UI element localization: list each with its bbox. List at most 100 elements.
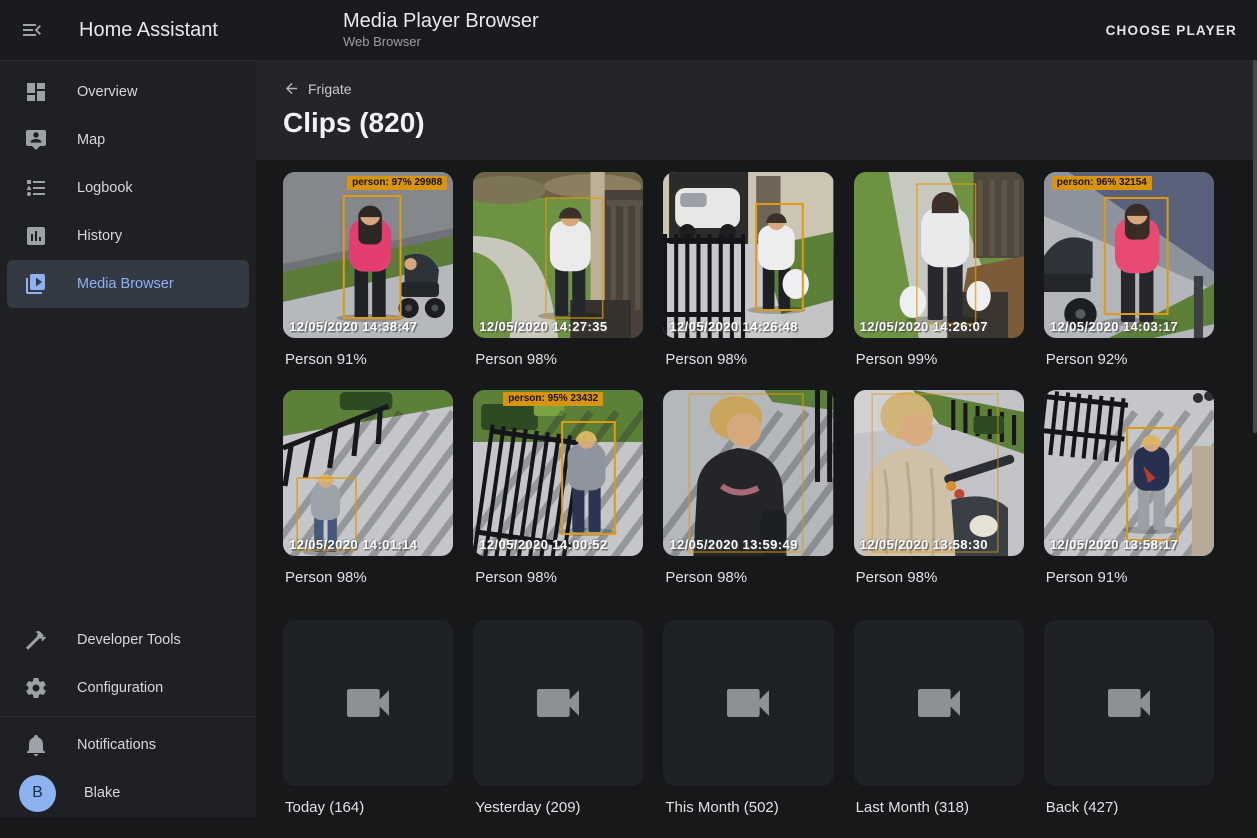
clip-caption: Person 98% [475,569,643,586]
sidebar-item-overview[interactable]: Overview [7,68,249,116]
clip-scene-image [854,172,1024,338]
clip-thumbnail[interactable]: person: 97% 29988 12/05/2020 14:38:47 [283,172,453,338]
folder-caption: This Month (502) [665,799,833,816]
folder-thumbnail[interactable] [283,620,453,786]
choose-player-button[interactable]: CHOOSE PLAYER [1096,15,1247,46]
clip-scene-image [1044,390,1214,556]
sidebar-footer-nav: Developer Tools Configuration [0,616,256,712]
scrollbar[interactable] [1253,60,1257,433]
folder-card: Back (427) [1044,620,1214,838]
breadcrumb-back-frigate[interactable]: Frigate [283,80,352,97]
clip-timestamp-overlay: 12/05/2020 14:38:47 [289,319,417,334]
app-bar: Home Assistant Media Player Browser Web … [0,0,1257,60]
sidebar-item-label: History [77,228,122,244]
app-title: Home Assistant [79,19,256,42]
sidebar-spacer [0,308,256,616]
folder-caption: Back (427) [1046,799,1214,816]
sidebar-nav: Overview Map Logbook History Media Brows… [0,61,256,308]
play-box-multiple-icon [24,272,48,296]
chart-box-icon [24,224,48,248]
clip-scene-image [854,390,1024,556]
clip-timestamp-overlay: 12/05/2020 14:26:07 [860,319,988,334]
clip-caption: Person 98% [856,569,1024,586]
video-icon [720,675,776,731]
gear-icon [24,676,48,700]
clip-thumbnail[interactable]: 12/05/2020 13:58:17 [1044,390,1214,556]
folder-card: Yesterday (209) [473,620,643,838]
page-title: Clips (820) [283,107,1257,139]
main-content: Frigate Clips (820) person: 97% 29988 12… [256,60,1257,817]
folders-grid: Today (164) Yesterday (209) This Month (… [256,608,1257,838]
clips-grid: person: 97% 29988 12/05/2020 14:38:47 Pe… [256,160,1257,608]
clip-scene-image [473,172,643,338]
clip-timestamp-overlay: 12/05/2020 14:00:52 [479,537,607,552]
sidebar-item-history[interactable]: History [7,212,249,260]
folder-card: Today (164) [283,620,453,838]
clip-timestamp-overlay: 12/05/2020 13:58:30 [860,537,988,552]
clip-scene-image [283,172,453,338]
clip-card: 12/05/2020 14:26:48 Person 98% [663,172,833,390]
clip-thumbnail[interactable]: 12/05/2020 13:58:30 [854,390,1024,556]
sidebar-item-configuration[interactable]: Configuration [7,664,249,712]
clip-caption: Person 98% [475,351,643,368]
clip-thumbnail[interactable]: 12/05/2020 13:59:49 [663,390,833,556]
detection-tag: person: 95% 23432 [503,392,603,406]
clip-thumbnail[interactable]: person: 95% 23432 12/05/2020 14:00:52 [473,390,643,556]
clip-caption: Person 92% [1046,351,1214,368]
sidebar-item-notifications[interactable]: Notifications [7,721,249,769]
notifications-label: Notifications [77,737,156,753]
clip-thumbnail[interactable]: person: 96% 32154 12/05/2020 14:03:17 [1044,172,1214,338]
detection-tag: person: 96% 32154 [1052,176,1152,190]
clip-scene-image [473,390,643,556]
clip-scene-image [663,172,833,338]
clip-card: person: 96% 32154 12/05/2020 14:03:17 Pe… [1044,172,1214,390]
clip-card: 12/05/2020 13:59:49 Person 98% [663,390,833,608]
clip-thumbnail[interactable]: 12/05/2020 14:01:14 [283,390,453,556]
clip-caption: Person 91% [285,351,453,368]
avatar: B [19,775,56,812]
content-header: Frigate Clips (820) [256,60,1257,160]
sidebar-item-user[interactable]: B Blake [7,769,249,817]
clip-thumbnail[interactable]: 12/05/2020 14:27:35 [473,172,643,338]
media-player-browser-title: Media Player Browser [343,10,539,33]
folder-thumbnail[interactable] [854,620,1024,786]
clip-card: person: 97% 29988 12/05/2020 14:38:47 Pe… [283,172,453,390]
video-icon [1101,675,1157,731]
clip-card: 12/05/2020 14:27:35 Person 98% [473,172,643,390]
clip-timestamp-overlay: 12/05/2020 14:01:14 [289,537,417,552]
video-icon [911,675,967,731]
video-icon [530,675,586,731]
clip-timestamp-overlay: 12/05/2020 14:26:48 [669,319,797,334]
clip-scene-image [283,390,453,556]
clip-card: 12/05/2020 14:01:14 Person 98% [283,390,453,608]
view-dashboard-icon [24,80,48,104]
clip-caption: Person 98% [285,569,453,586]
clip-scene-image [1044,172,1214,338]
sidebar-item-label: Map [77,132,105,148]
sidebar-item-media-browser[interactable]: Media Browser [7,260,249,308]
web-browser-subtitle: Web Browser [343,35,539,50]
clip-timestamp-overlay: 12/05/2020 14:03:17 [1050,319,1178,334]
folder-caption: Last Month (318) [856,799,1024,816]
clip-thumbnail[interactable]: 12/05/2020 14:26:48 [663,172,833,338]
clip-timestamp-overlay: 12/05/2020 14:27:35 [479,319,607,334]
sidebar-item-map[interactable]: Map [7,116,249,164]
sidebar-item-logbook[interactable]: Logbook [7,164,249,212]
folder-thumbnail[interactable] [663,620,833,786]
clip-thumbnail[interactable]: 12/05/2020 14:26:07 [854,172,1024,338]
clip-caption: Person 98% [665,351,833,368]
folder-caption: Yesterday (209) [475,799,643,816]
menu-open-icon[interactable] [20,18,44,42]
folder-card: This Month (502) [663,620,833,838]
detection-tag: person: 97% 29988 [347,176,447,190]
sidebar: Overview Map Logbook History Media Brows… [0,60,256,817]
sidebar-item-label: Overview [77,84,137,100]
account-location-icon [24,128,48,152]
folder-thumbnail[interactable] [473,620,643,786]
bell-icon [24,733,48,757]
sidebar-item-developer-tools[interactable]: Developer Tools [7,616,249,664]
folder-thumbnail[interactable] [1044,620,1214,786]
video-icon [340,675,396,731]
sidebar-item-label: Logbook [77,180,133,196]
user-name: Blake [84,785,120,801]
